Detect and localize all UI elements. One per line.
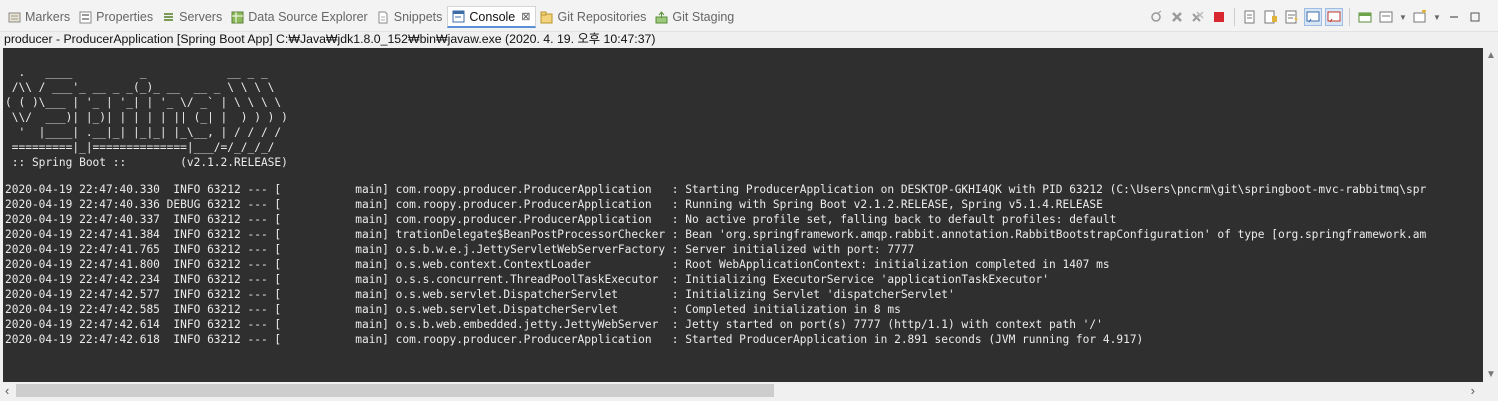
properties-icon [78,10,92,24]
tab-label: Servers [179,10,223,24]
banner-line: :: Spring Boot :: (v2.1.2.RELEASE) [5,156,288,169]
terminate-icon[interactable] [1168,8,1186,26]
banner-line: =========|_|==============|___/=/_/_/_/ [5,141,275,154]
log-line: 2020-04-19 22:47:40.330 INFO 63212 --- [… [5,183,1427,196]
tab-label: Git Repositories [557,10,647,24]
chevron-down-icon[interactable]: ▼ [1432,8,1442,26]
scroll-lock-icon[interactable] [1262,8,1280,26]
tab-git-staging[interactable]: Git Staging [651,6,739,28]
maximize-icon[interactable] [1466,8,1484,26]
vertical-scrollbar[interactable]: ▲ ▼ [1484,48,1498,382]
word-wrap-icon[interactable] [1283,8,1301,26]
git-repositories-icon [539,10,553,24]
horizontal-scrollbar[interactable]: ‹ › [3,382,1483,399]
tab-git-repositories[interactable]: Git Repositories [536,6,651,28]
log-line: 2020-04-19 22:47:40.336 DEBUG 63212 --- … [5,198,1103,211]
tab-label: Data Source Explorer [248,10,368,24]
tab-properties[interactable]: Properties [75,6,158,28]
console-output[interactable]: . ____ _ __ _ _ /\\ / ___'_ __ _ _(_)_ _… [3,48,1483,382]
close-icon[interactable]: ⊠ [521,10,530,23]
toolbar-separator [1349,8,1350,26]
banner-line: . ____ _ __ _ _ [5,66,268,79]
data-source-icon [230,10,244,24]
scroll-up-icon[interactable]: ▲ [1484,50,1498,61]
toolbar-separator [1234,8,1235,26]
view-tab-bar: Markers Properties Servers Data Source E… [0,0,1498,32]
tab-label: Markers [25,10,71,24]
pin-console-icon[interactable] [1147,8,1165,26]
git-staging-icon [654,10,668,24]
tab-servers[interactable]: Servers [158,6,227,28]
horizontal-scroll-thumb[interactable] [16,384,774,397]
tab-label: Git Staging [672,10,735,24]
markers-icon [7,10,21,24]
tab-snippets[interactable]: Snippets [373,6,448,28]
remove-all-terminated-icon[interactable] [1189,8,1207,26]
minimize-icon[interactable] [1445,8,1463,26]
banner-line: ( ( )\___ | '_ | '_| | '_ \/ _` | \ \ \ … [5,96,282,109]
chevron-down-icon[interactable]: ▼ [1398,8,1408,26]
view-tabs: Markers Properties Servers Data Source E… [4,6,739,28]
tab-label: Properties [96,10,154,24]
new-console-view-icon[interactable] [1411,8,1429,26]
spring-boot-banner: . ____ _ __ _ _ /\\ / ___'_ __ _ _(_)_ _… [3,65,288,170]
log-line: 2020-04-19 22:47:40.337 INFO 63212 --- [… [5,213,1117,226]
snippets-icon [376,10,390,24]
open-console-icon[interactable] [1377,8,1395,26]
show-on-stdout-icon[interactable] [1304,8,1322,26]
log-line: 2020-04-19 22:47:42.614 INFO 63212 --- [… [5,318,1103,331]
log-line: 2020-04-19 22:47:42.585 INFO 63212 --- [… [5,303,901,316]
log-line: 2020-04-19 22:47:41.800 INFO 63212 --- [… [5,258,1110,271]
scroll-left-icon[interactable]: ‹ [5,382,9,399]
log-line: 2020-04-19 22:47:42.577 INFO 63212 --- [… [5,288,955,301]
banner-line: \\/ ___)| |_)| | | | | || (_| | ) ) ) ) [5,111,288,124]
scroll-right-icon[interactable]: › [1471,382,1475,399]
display-selected-console-icon[interactable] [1356,8,1374,26]
scroll-down-icon[interactable]: ▼ [1484,369,1498,380]
tab-label: Console [469,9,516,24]
stop-icon[interactable] [1210,8,1228,26]
console-icon [451,10,465,24]
clear-console-icon[interactable] [1241,8,1259,26]
process-description: producer - ProducerApplication [Spring B… [4,32,656,46]
tab-data-source-explorer[interactable]: Data Source Explorer [227,6,373,28]
console-toolbar: ▼ ▼ [1147,7,1484,27]
tab-console[interactable]: Console ⊠ [447,6,537,28]
tab-markers[interactable]: Markers [4,6,75,28]
log-line: 2020-04-19 22:47:41.765 INFO 63212 --- [… [5,243,915,256]
log-line: 2020-04-19 22:47:42.618 INFO 63212 --- [… [5,333,1144,346]
banner-line: ' |____| .__|_| |_|_| |_\__, | / / / / [5,126,282,139]
log-line: 2020-04-19 22:47:42.234 INFO 63212 --- [… [5,273,1049,286]
tab-label: Snippets [393,10,443,24]
log-output: 2020-04-19 22:47:40.330 INFO 63212 --- [… [3,182,1426,347]
servers-icon [161,10,175,24]
banner-line: /\\ / ___'_ __ _ _(_)_ __ __ _ \ \ \ \ [5,81,275,94]
show-on-stderr-icon[interactable] [1325,8,1343,26]
log-line: 2020-04-19 22:47:41.384 INFO 63212 --- [… [5,228,1427,241]
